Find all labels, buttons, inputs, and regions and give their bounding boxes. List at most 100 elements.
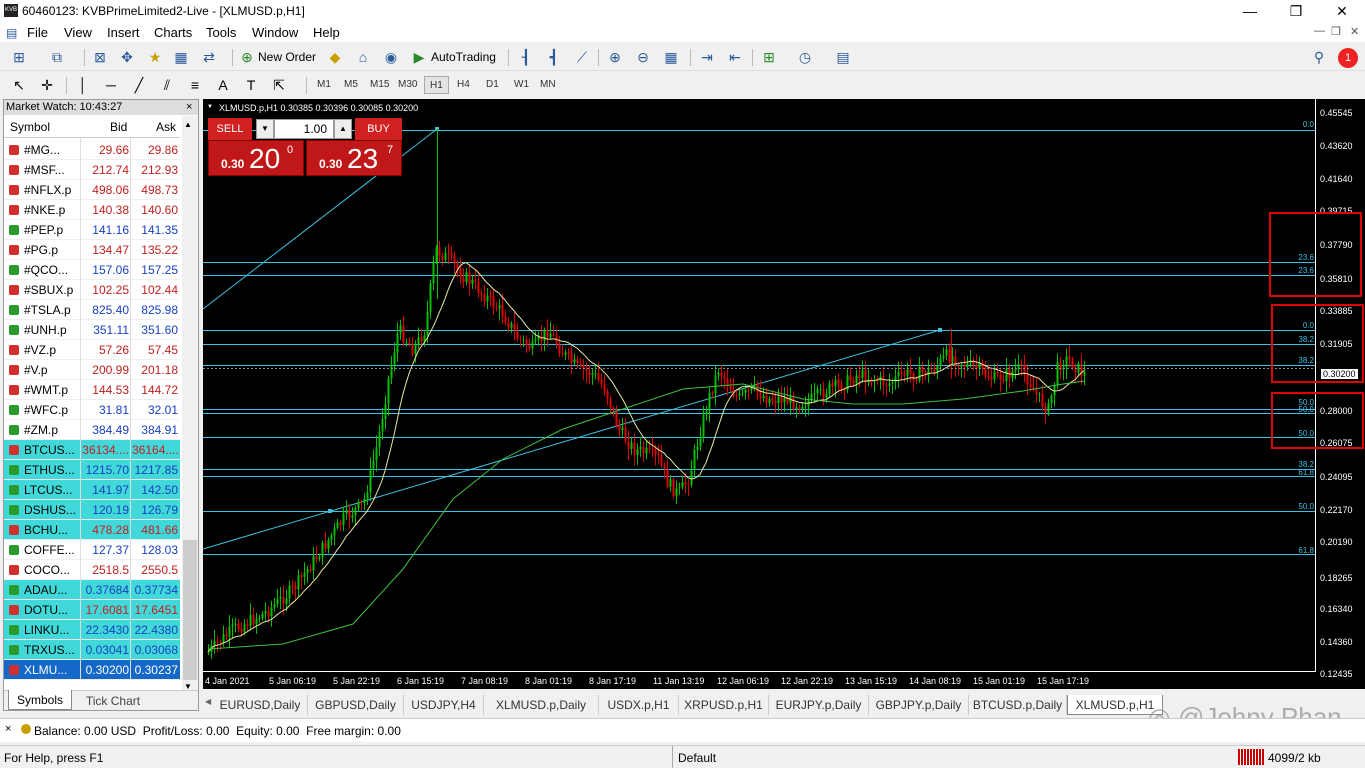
menu-charts[interactable]: Charts [154,25,192,40]
symbol-row[interactable]: ETHUS... 1215.70 1217.85 [4,460,180,480]
close-button[interactable]: ✕ [1319,0,1365,22]
chart-tab[interactable]: BTCUSD.p,Daily [969,695,1067,715]
symbol-row[interactable]: #V.p 200.99 201.18 [4,360,180,380]
fibonacci-icon[interactable]: ≡ [186,77,204,94]
tf-d1[interactable]: D1 [481,76,504,94]
symbol-row[interactable]: #TSLA.p 825.40 825.98 [4,300,180,320]
symbol-row[interactable]: ADAU... 0.37684 0.37734 [4,580,180,600]
col-ask[interactable]: Ask [156,120,176,134]
auto-scroll-icon[interactable]: ⇥ [698,49,716,66]
symbol-row[interactable]: #SBUX.p 102.25 102.44 [4,280,180,300]
symbol-row[interactable]: #WMT.p 144.53 144.72 [4,380,180,400]
tile-windows-icon[interactable]: ▦ [662,49,680,66]
navigator-icon[interactable]: ✥ [118,49,136,66]
terminal-close-icon[interactable]: × [5,723,11,735]
volume-down-icon[interactable]: ▼ [256,119,274,139]
text-icon[interactable]: A [214,77,232,94]
chart-tab[interactable]: EURUSD,Daily [213,695,308,715]
tf-m5[interactable]: M5 [339,76,363,94]
zoom-in-icon[interactable]: ⊕ [606,49,624,66]
new-chart-icon[interactable]: ⊞ [10,49,28,66]
vertical-line-icon[interactable]: │ [74,77,92,94]
scroll-up-icon[interactable]: ▲ [184,120,192,129]
chart-tab[interactable]: GBPUSD,Daily [308,695,404,715]
symbol-row[interactable]: #ZM.p 384.49 384.91 [4,420,180,440]
col-symbol[interactable]: Symbol [10,120,50,134]
chart-tab[interactable]: XLMUSD.p,Daily [484,695,599,715]
symbol-row[interactable]: #UNH.p 351.11 351.60 [4,320,180,340]
sell-price-button[interactable]: 0.30 20 0 [208,140,304,176]
symbol-row[interactable]: LINKU... 22.3430 22.4380 [4,620,180,640]
market-icon[interactable]: ⌂ [354,49,372,66]
symbol-row[interactable]: TRXUS... 0.03041 0.03068 [4,640,180,660]
col-bid[interactable]: Bid [110,120,127,134]
symbol-row[interactable]: XLMU... 0.30200 0.30237 [4,660,180,680]
buy-price-button[interactable]: 0.30 23 7 [306,140,402,176]
channel-icon[interactable]: ⫽ [158,77,176,94]
tab-scroll-left-icon[interactable]: ◀ [205,697,211,706]
indicators-icon[interactable]: ⊞ [760,49,778,66]
arrows-icon[interactable]: ⇱ [270,77,288,94]
tf-m1[interactable]: M1 [312,76,336,94]
minimize-button[interactable]: — [1227,0,1273,22]
menu-help[interactable]: Help [313,25,340,40]
symbol-row[interactable]: #PG.p 134.47 135.22 [4,240,180,260]
zoom-out-icon[interactable]: ⊖ [634,49,652,66]
menu-view[interactable]: View [64,25,92,40]
chart-tab[interactable]: USDJPY,H4 [404,695,484,715]
menu-file[interactable]: File [27,25,48,40]
tf-w1[interactable]: W1 [509,76,534,94]
data-window-icon[interactable]: ★ [146,49,164,66]
mdi-close-icon[interactable]: ✕ [1350,25,1359,38]
bar-chart-icon[interactable]: ┨ [517,49,535,66]
tf-h1[interactable]: H1 [424,76,449,94]
mdi-minimize-icon[interactable]: — [1314,25,1325,37]
search-icon[interactable]: ⚲ [1310,49,1328,66]
symbol-row[interactable]: #WFC.p 31.81 32.01 [4,400,180,420]
autotrading-button[interactable]: AutoTrading [431,50,496,64]
tf-m30[interactable]: M30 [393,76,422,94]
close-icon[interactable]: × [186,100,192,115]
profiles-icon[interactable]: ⧉ [48,49,66,66]
mdi-restore-icon[interactable]: ❐ [1331,25,1341,38]
price-chart[interactable]: 0.0 23.6 23.6 0.0 38.2 38.2 50.0 50.0 50.0 38.2 61… [203,99,1365,689]
market-watch-icon[interactable]: ⊠ [91,49,109,66]
tab-symbols[interactable]: Symbols [8,690,72,710]
menu-window[interactable]: Window [252,25,298,40]
volume-up-icon[interactable]: ▲ [334,119,352,139]
buy-button[interactable]: BUY [355,118,402,140]
notifications-icon[interactable]: 1 [1338,48,1358,68]
strategy-tester-icon[interactable]: ⇄ [200,49,218,66]
symbol-row[interactable]: #MG... 29.66 29.86 [4,140,180,160]
metaeditor-icon[interactable]: ◆ [326,49,344,66]
symbol-row[interactable]: BCHU... 478.28 481.66 [4,520,180,540]
new-order-icon[interactable]: ⊕ [238,49,256,66]
tf-m15[interactable]: M15 [365,76,394,94]
menu-tools[interactable]: Tools [206,25,236,40]
tf-h4[interactable]: H4 [452,76,475,94]
symbol-row[interactable]: BTCUS... 36134.... 36164.... [4,440,180,460]
text-label-icon[interactable]: T [242,77,260,94]
restore-button[interactable]: ❐ [1273,0,1319,22]
symbol-row[interactable]: COCO... 2518.5 2550.5 [4,560,180,580]
line-chart-icon[interactable]: ⟋ [573,49,591,66]
candlestick-chart[interactable]: 0.023.623.60.038.238.250.050.050.038.261… [203,99,1365,689]
autotrading-icon[interactable]: ▶ [410,49,428,66]
symbol-row[interactable]: #VZ.p 57.26 57.45 [4,340,180,360]
terminal-icon[interactable]: ▦ [172,49,190,66]
symbol-row[interactable]: LTCUS... 141.97 142.50 [4,480,180,500]
tab-tick-chart[interactable]: Tick Chart [78,691,148,711]
symbol-row[interactable]: DSHUS... 120.19 126.79 [4,500,180,520]
chart-tab[interactable]: EURJPY.p,Daily [769,695,869,715]
volume-input[interactable]: 1.00 [274,119,334,139]
trendline-icon[interactable]: ╱ [130,77,148,94]
chart-menu-icon[interactable]: ▼ [207,104,213,110]
tf-mn[interactable]: MN [535,76,561,94]
chart-tab[interactable]: USDX.p,H1 [599,695,679,715]
symbol-row[interactable]: #QCO... 157.06 157.25 [4,260,180,280]
crosshair-icon[interactable]: ✛ [38,77,56,94]
templates-icon[interactable]: ▤ [834,49,852,66]
symbol-row[interactable]: #NKE.p 140.38 140.60 [4,200,180,220]
signals-icon[interactable]: ◉ [382,49,400,66]
new-order-button[interactable]: New Order [258,50,316,64]
